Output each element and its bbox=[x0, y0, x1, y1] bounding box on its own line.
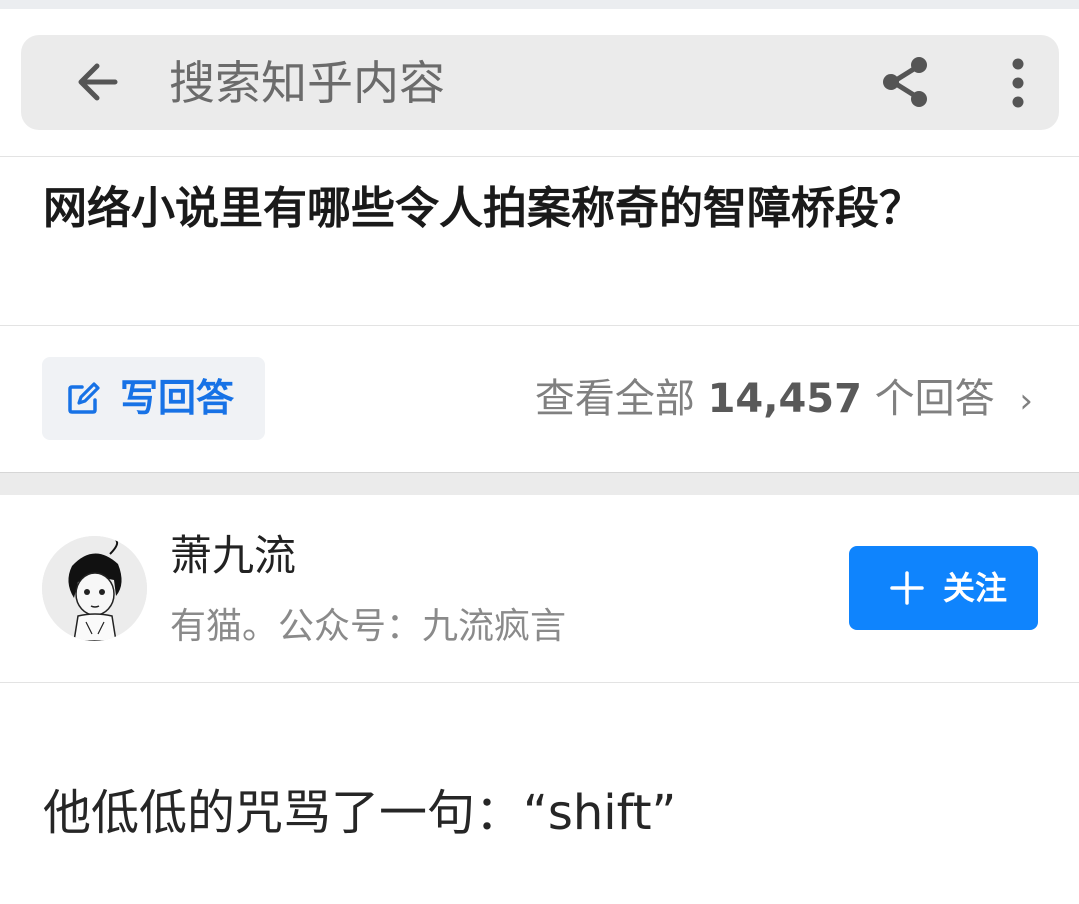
avatar-drawing bbox=[42, 536, 147, 641]
author-bio: 有猫。公众号：九流疯言 bbox=[170, 606, 567, 647]
write-answer-label: 写回答 bbox=[120, 376, 235, 420]
status-strip bbox=[0, 0, 1079, 9]
view-all-suffix: 个回答 bbox=[874, 376, 995, 422]
more-options-button[interactable] bbox=[1003, 57, 1033, 109]
share-icon bbox=[883, 57, 927, 107]
divider bbox=[0, 325, 1079, 326]
chevron-right-icon: › bbox=[1019, 381, 1033, 421]
section-separator bbox=[0, 472, 1079, 495]
arrow-left-icon bbox=[78, 63, 118, 101]
answer-paragraph: 他低低的咒骂了一句：“shift” bbox=[43, 785, 677, 841]
plus-icon bbox=[890, 571, 924, 605]
back-button[interactable] bbox=[71, 59, 125, 105]
edit-icon bbox=[68, 382, 100, 414]
search-input[interactable]: 搜索知乎内容 bbox=[169, 55, 445, 111]
more-vertical-icon bbox=[1012, 58, 1024, 108]
view-all-prefix: 查看全部 bbox=[534, 376, 695, 422]
divider bbox=[0, 682, 1079, 683]
view-all-answers-link[interactable]: 查看全部 14,457 个回答 › bbox=[535, 374, 1033, 426]
divider bbox=[0, 156, 1079, 157]
avatar[interactable] bbox=[42, 536, 147, 641]
follow-button[interactable]: 关注 bbox=[849, 546, 1038, 630]
follow-label: 关注 bbox=[943, 569, 1008, 607]
author-name[interactable]: 萧九流 bbox=[170, 528, 296, 584]
share-button[interactable] bbox=[879, 55, 933, 109]
search-bar: 搜索知乎内容 bbox=[21, 35, 1059, 130]
answer-count: 14,457 bbox=[707, 376, 862, 422]
question-title[interactable]: 网络小说里有哪些令人拍案称奇的智障桥段？ bbox=[43, 170, 1033, 248]
write-answer-button[interactable]: 写回答 bbox=[42, 357, 265, 440]
